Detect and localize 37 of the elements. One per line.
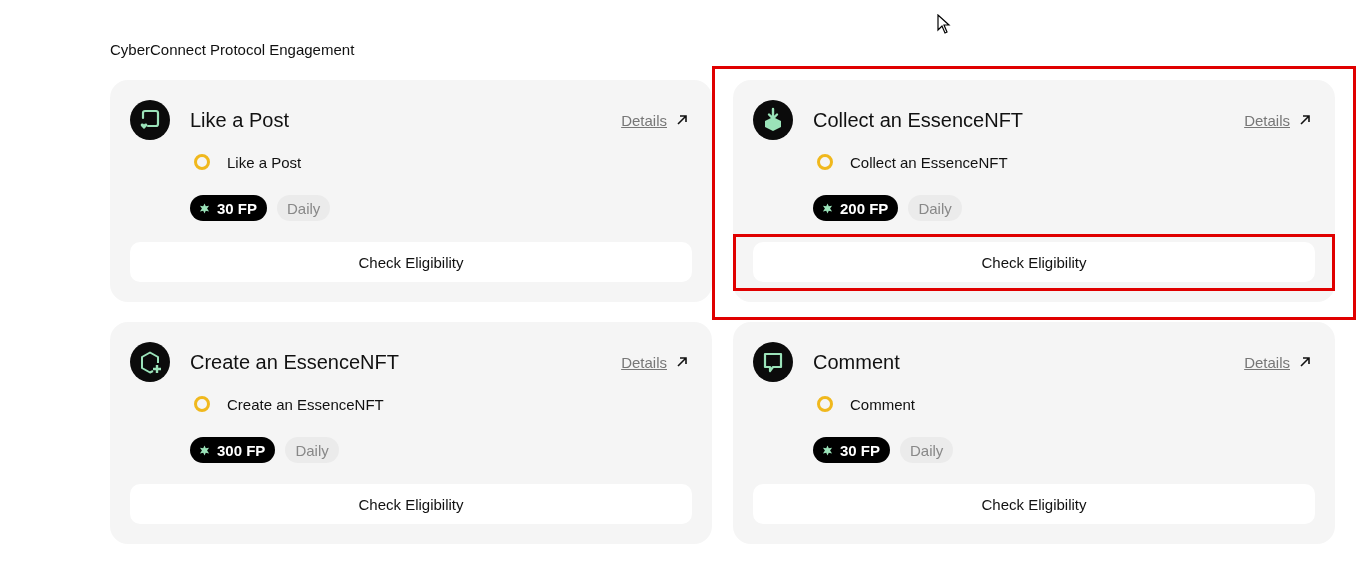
speech-bubble-icon	[753, 342, 793, 382]
star-icon	[822, 202, 833, 214]
mouse-cursor-icon	[937, 14, 951, 34]
points-label: 30 FP	[217, 199, 258, 217]
frequency-tag: Daily	[285, 437, 339, 463]
hexagon-plus-icon	[130, 342, 170, 382]
check-eligibility-button[interactable]: Check Eligibility	[753, 242, 1315, 282]
arrow-up-right-icon	[676, 114, 688, 126]
arrow-up-right-icon	[1299, 356, 1311, 368]
points-label: 30 FP	[840, 441, 881, 459]
details-link[interactable]: Details	[621, 353, 667, 371]
star-icon	[822, 444, 833, 456]
task-title: Like a Post	[190, 108, 290, 132]
points-label: 200 FP	[840, 199, 889, 217]
subtask-label: Create an EssenceNFT	[227, 395, 384, 413]
arrow-up-right-icon	[1299, 114, 1311, 126]
check-eligibility-button[interactable]: Check Eligibility	[130, 484, 692, 524]
subtask-label: Like a Post	[227, 153, 302, 171]
frequency-tag: Daily	[900, 437, 954, 463]
download-box-icon	[753, 100, 793, 140]
frequency-tag: Daily	[277, 195, 331, 221]
details-link[interactable]: Details	[1244, 111, 1290, 129]
arrow-up-right-icon	[676, 356, 688, 368]
details-link[interactable]: Details	[1244, 353, 1290, 371]
frequency-tag: Daily	[908, 195, 962, 221]
task-title: Comment	[813, 350, 901, 374]
details-link[interactable]: Details	[621, 111, 667, 129]
task-title: Create an EssenceNFT	[190, 350, 400, 374]
section-title: CyberConnect Protocol Engagement	[110, 40, 356, 60]
subtask-label: Comment	[850, 395, 916, 413]
points-label: 300 FP	[217, 441, 266, 459]
check-eligibility-button[interactable]: Check Eligibility	[130, 242, 692, 282]
check-eligibility-button[interactable]: Check Eligibility	[753, 484, 1315, 524]
star-icon	[199, 444, 210, 456]
star-icon	[199, 202, 210, 214]
subtask-label: Collect an EssenceNFT	[850, 153, 1008, 171]
task-title: Collect an EssenceNFT	[813, 108, 1025, 132]
